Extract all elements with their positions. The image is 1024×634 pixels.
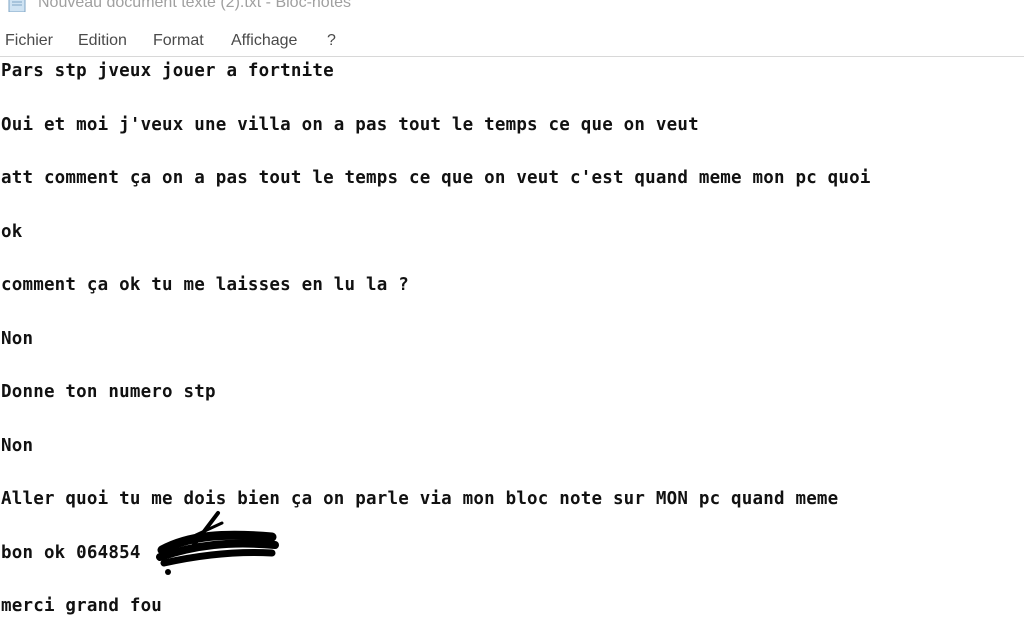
text-line: att comment ça on a pas tout le temps ce… <box>1 168 871 188</box>
notepad-window: Nouveau document texte (2).txt - Bloc-no… <box>0 0 1024 634</box>
notepad-icon <box>8 0 26 12</box>
title-bar: Nouveau document texte (2).txt - Bloc-no… <box>0 0 1024 22</box>
text-line: merci grand fou <box>1 596 163 616</box>
text-line: bon ok 064854 <box>1 543 141 563</box>
text-line: Pars stp jveux jouer a fortnite <box>1 61 334 81</box>
menu-format[interactable]: Format <box>153 32 204 50</box>
text-line: ok <box>1 222 23 242</box>
menu-edition[interactable]: Edition <box>78 32 127 50</box>
text-line: Non <box>1 436 34 456</box>
window-title: Nouveau document texte (2).txt - Bloc-no… <box>38 0 352 11</box>
menu-bar: Fichier Edition Format Affichage ? <box>0 28 1024 56</box>
menu-affichage[interactable]: Affichage <box>231 32 297 50</box>
text-line: Donne ton numero stp <box>1 382 216 402</box>
text-editor-area[interactable]: Pars stp jveux jouer a fortnite Oui et m… <box>0 56 1024 634</box>
menu-help[interactable]: ? <box>327 32 336 50</box>
text-line: Aller quoi tu me dois bien ça on parle v… <box>1 489 839 509</box>
text-line: Non <box>1 329 34 349</box>
text-line: Oui et moi j'veux une villa on a pas tou… <box>1 115 699 135</box>
menu-fichier[interactable]: Fichier <box>5 32 53 50</box>
text-line: comment ça ok tu me laisses en lu la ? <box>1 275 409 295</box>
